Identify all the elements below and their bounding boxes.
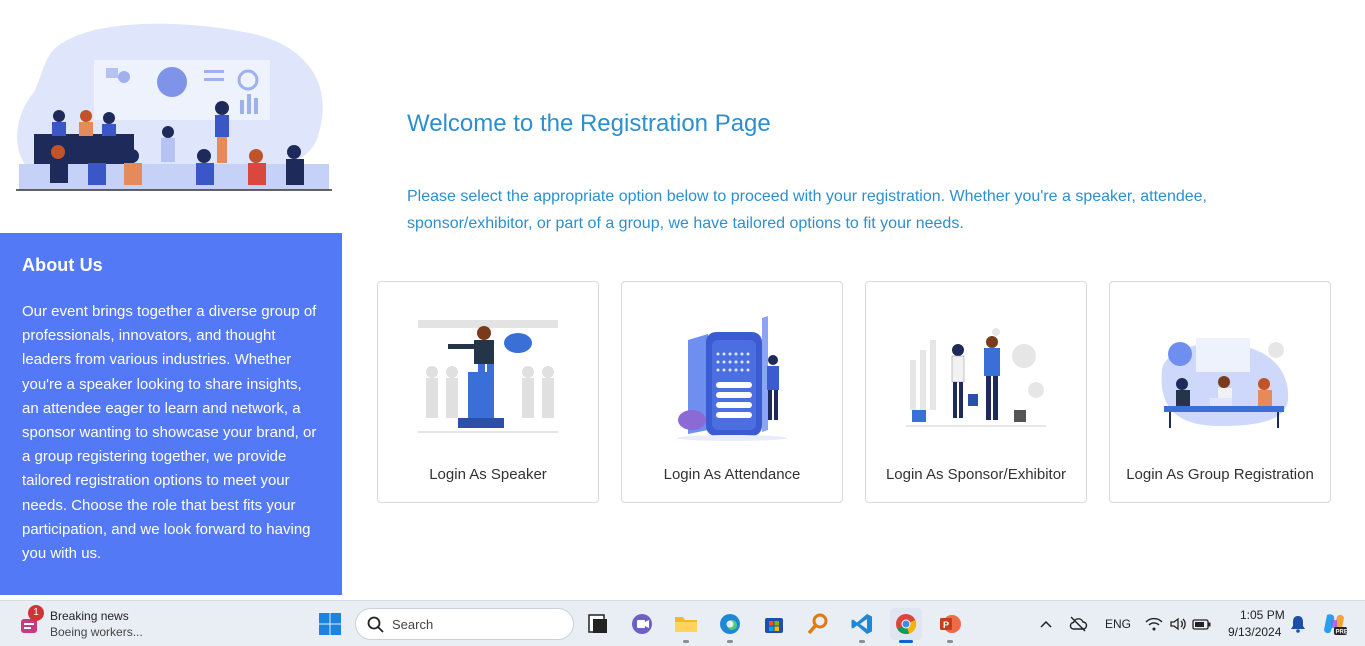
- news-widget[interactable]: 1 Breaking news Boeing workers...: [16, 605, 186, 642]
- svg-text:PRE: PRE: [1336, 630, 1348, 636]
- cloud-off-icon: [1069, 616, 1088, 632]
- wifi-icon: [1145, 617, 1163, 631]
- svg-text:P: P: [943, 620, 949, 630]
- intro-text: Please select the appropriate option bel…: [407, 188, 1207, 232]
- notifications-button[interactable]: [1284, 608, 1312, 640]
- login-group-card[interactable]: Login As Group Registration: [1109, 281, 1331, 503]
- search-icon: [367, 616, 384, 633]
- teams-button[interactable]: [626, 608, 658, 640]
- file-explorer-running-indicator: [683, 640, 689, 643]
- chevron-up-icon: [1040, 620, 1052, 628]
- login-attendance-label: Login As Attendance: [663, 466, 801, 483]
- magnifier-app-button[interactable]: [802, 608, 834, 640]
- network-button[interactable]: [1142, 608, 1166, 640]
- vscode-running-indicator: [859, 640, 865, 643]
- about-us-text: Our event brings together a diverse grou…: [22, 303, 317, 563]
- task-view-icon: [588, 614, 607, 633]
- login-sponsor-card[interactable]: Login As Sponsor/Exhibitor: [865, 281, 1087, 503]
- volume-button[interactable]: [1166, 608, 1190, 640]
- conference-hero-illustration: [16, 23, 332, 191]
- show-hidden-icons-button[interactable]: [1032, 608, 1060, 640]
- login-sponsor-label: Login As Sponsor/Exhibitor: [885, 466, 1067, 483]
- page-title: Welcome to the Registration Page: [407, 110, 771, 137]
- windows-start-icon: [319, 613, 341, 635]
- vscode-icon: [851, 614, 872, 634]
- left-column: About Us Our event brings together a div…: [0, 0, 342, 600]
- speaker-volume-icon: [1170, 617, 1186, 631]
- attendee-phone-illustration: [677, 316, 787, 441]
- powerpoint-icon: P: [940, 615, 961, 633]
- sponsor-handshake-illustration: [906, 328, 1046, 427]
- file-explorer-button[interactable]: [670, 608, 702, 643]
- clock-date[interactable]: 9/13/2024: [1228, 625, 1281, 639]
- registration-page: About Us Our event brings together a div…: [0, 0, 1365, 600]
- battery-button[interactable]: [1190, 608, 1214, 640]
- language-indicator[interactable]: ENG: [1105, 617, 1131, 631]
- group-meeting-illustration: [1161, 338, 1289, 428]
- speaker-illustration: [418, 320, 558, 433]
- powerpoint-button[interactable]: P: [934, 608, 966, 643]
- about-us-panel: About Us Our event brings together a div…: [0, 233, 342, 595]
- vscode-button[interactable]: [846, 608, 878, 643]
- clock-time[interactable]: 1:05 PM: [1240, 608, 1285, 622]
- about-us-heading: About Us: [22, 255, 103, 275]
- windows-taskbar: 1 Breaking news Boeing workers... Search: [0, 600, 1365, 646]
- task-view-button[interactable]: [582, 608, 614, 640]
- news-title: Breaking news: [50, 609, 129, 623]
- copilot-icon: PRE: [1324, 614, 1348, 636]
- edge-running-indicator: [727, 640, 733, 643]
- edge-icon: [720, 614, 740, 634]
- file-explorer-icon: [675, 617, 697, 632]
- store-icon: [765, 618, 783, 633]
- search-placeholder: Search: [392, 617, 434, 632]
- login-group-label: Login As Group Registration: [1126, 466, 1314, 483]
- login-speaker-label: Login As Speaker: [429, 466, 547, 483]
- start-button[interactable]: [314, 608, 346, 640]
- edge-button[interactable]: [714, 608, 746, 643]
- login-attendance-card[interactable]: Login As Attendance: [621, 281, 843, 503]
- taskbar-search[interactable]: Search: [355, 608, 574, 640]
- chrome-button[interactable]: [890, 608, 922, 643]
- battery-charging-icon: [1192, 619, 1211, 630]
- onedrive-status-button[interactable]: [1064, 608, 1092, 640]
- chrome-active-indicator: [899, 640, 913, 643]
- copilot-button[interactable]: PRE: [1318, 608, 1350, 640]
- store-button[interactable]: [758, 608, 790, 640]
- bell-icon: [1291, 616, 1305, 633]
- news-badge: 1: [28, 605, 44, 621]
- chrome-icon: [896, 614, 917, 634]
- powerpoint-running-indicator: [947, 640, 953, 643]
- login-speaker-card[interactable]: Login As Speaker: [377, 281, 599, 503]
- news-subtitle: Boeing workers...: [50, 625, 143, 639]
- magnifier-app-icon: [807, 613, 828, 635]
- teams-icon: [632, 614, 652, 634]
